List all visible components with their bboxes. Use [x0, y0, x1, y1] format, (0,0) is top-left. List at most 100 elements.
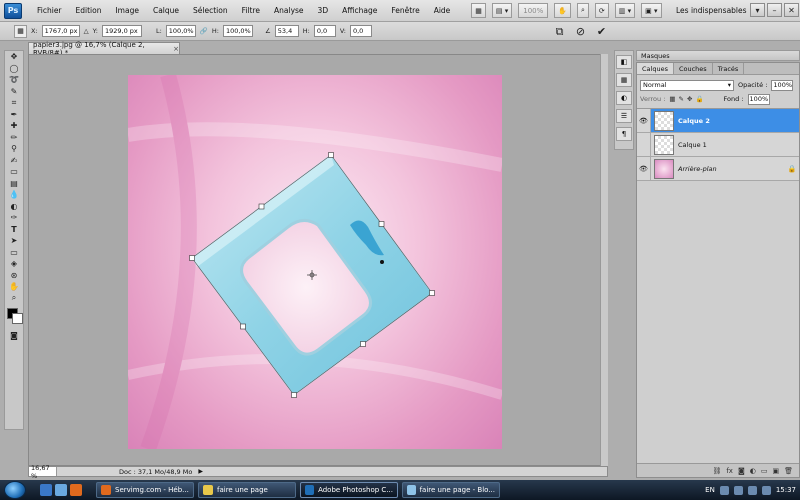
path-selection-tool-icon[interactable]: ➤ [5, 235, 23, 247]
menu-affichage[interactable]: Affichage [335, 6, 384, 15]
arrange-documents-button[interactable]: ▥ ▾ [614, 3, 636, 18]
minimize-button[interactable]: – [767, 3, 782, 17]
width-input[interactable]: 100,0% [165, 25, 196, 37]
status-menu-arrow-icon[interactable]: ▶ [198, 468, 203, 475]
3d-orbit-tool-icon[interactable]: ⊛ [5, 270, 23, 282]
eyedropper-tool-icon[interactable]: ✒ [5, 109, 23, 121]
type-tool-icon[interactable]: T [5, 224, 23, 236]
swatches-panel-icon[interactable]: ▦ [616, 73, 632, 87]
delete-layer-icon[interactable]: 🗑 [784, 467, 793, 475]
angle-input[interactable]: 53,4 [274, 25, 299, 37]
vertical-scrollbar[interactable] [600, 54, 608, 466]
menu-fenetre[interactable]: Fenêtre [384, 6, 426, 15]
transform-handle[interactable] [378, 221, 385, 227]
transform-handle[interactable] [258, 203, 265, 210]
tray-expand-icon[interactable] [719, 485, 729, 495]
menu-calque[interactable]: Calque [146, 6, 186, 15]
menu-edition[interactable]: Edition [69, 6, 109, 15]
shape-tool-icon[interactable]: ▭ [5, 247, 23, 259]
add-mask-icon[interactable]: ◙ [738, 467, 745, 475]
hand-tool-icon[interactable]: ✋ [554, 3, 571, 18]
tab-traces[interactable]: Tracés [713, 63, 745, 74]
switch-windows-icon[interactable] [55, 484, 67, 496]
menu-image[interactable]: Image [108, 6, 146, 15]
new-group-icon[interactable]: ▭ [761, 467, 768, 475]
taskbar-item-faire-une-page[interactable]: faire une page [198, 482, 296, 498]
crop-tool-icon[interactable]: ⌗ [5, 97, 23, 109]
masques-panel-header[interactable]: Masques [636, 50, 800, 61]
transform-handle[interactable] [328, 152, 334, 158]
language-indicator[interactable]: EN [705, 486, 715, 494]
gradient-tool-icon[interactable]: ▤ [5, 178, 23, 190]
height-input[interactable]: 100,0% [222, 25, 253, 37]
layer-style-icon[interactable]: fx [726, 467, 733, 475]
workspace-dropdown-icon[interactable]: ▾ [750, 3, 765, 17]
commit-transform-icon[interactable]: ✔ [594, 24, 609, 39]
firefox-icon[interactable] [70, 484, 82, 496]
zoom-tool-icon[interactable]: ⌕ [5, 293, 23, 305]
tray-app-icon[interactable] [761, 485, 771, 495]
visibility-eye-icon[interactable]: 👁 [637, 109, 651, 132]
color-panel-icon[interactable]: ◧ [616, 55, 632, 69]
quick-mask-icon[interactable]: ◙ [5, 330, 23, 342]
quick-selection-tool-icon[interactable]: ✎ [5, 86, 23, 98]
workspace-switcher[interactable]: Les indispensables [676, 6, 747, 15]
dodge-tool-icon[interactable]: ◐ [5, 201, 23, 213]
layer-row-calque-2[interactable]: 👁 Calque 2 [637, 109, 799, 133]
hskew-input[interactable]: 0,0 [313, 25, 336, 37]
layer-row-arriere-plan[interactable]: 👁 Arrière-plan 🔒 [637, 157, 799, 181]
fill-input[interactable]: 100% [747, 93, 770, 105]
menu-aide[interactable]: Aide [427, 6, 458, 15]
adjustments-panel-icon[interactable]: ◐ [616, 91, 632, 105]
x-position-input[interactable]: 1767,0 px [41, 25, 80, 37]
background-color-swatch[interactable] [12, 313, 23, 324]
volume-icon[interactable] [747, 485, 757, 495]
transform-handle[interactable] [189, 255, 195, 261]
y-position-input[interactable]: 1929,0 px [101, 25, 142, 37]
view-extras-button[interactable]: ▤ ▾ [491, 3, 513, 18]
hand-tool-icon[interactable]: ✋ [5, 281, 23, 293]
visibility-eye-icon[interactable]: 👁 [637, 157, 651, 180]
start-button[interactable] [4, 481, 26, 499]
taskbar-item-faire-une-page-blog[interactable]: faire une page - Blo... [402, 482, 500, 498]
layer-row-calque-1[interactable]: Calque 1 [637, 133, 799, 157]
rotate-view-icon[interactable]: ⟳ [594, 3, 609, 18]
screen-mode-button[interactable]: ▣ ▾ [641, 3, 662, 18]
pen-tool-icon[interactable]: ✑ [5, 212, 23, 224]
blur-tool-icon[interactable]: 💧 [5, 189, 23, 201]
clone-stamp-tool-icon[interactable]: ⚲ [5, 143, 23, 155]
lasso-tool-icon[interactable]: ➰ [5, 74, 23, 86]
menu-filtre[interactable]: Filtre [235, 6, 267, 15]
close-document-icon[interactable]: × [173, 45, 179, 53]
menu-analyse[interactable]: Analyse [267, 6, 311, 15]
vskew-input[interactable]: 0,0 [349, 25, 372, 37]
lock-pixels-icon[interactable]: ✎ [679, 95, 684, 103]
close-window-button[interactable]: ✕ [784, 3, 799, 17]
lock-transparency-icon[interactable]: ▦ [669, 95, 675, 103]
visibility-eye-icon[interactable] [637, 133, 651, 156]
new-layer-icon[interactable]: ▣ [772, 467, 779, 475]
lock-position-icon[interactable]: ✥ [687, 95, 692, 103]
warp-mode-icon[interactable]: ⧉ [552, 24, 567, 39]
clock[interactable]: 15:37 [776, 486, 796, 494]
link-icon[interactable]: 🔗 [200, 27, 208, 35]
history-panel-icon[interactable]: ☰ [616, 109, 632, 123]
menu-fichier[interactable]: Fichier [30, 6, 69, 15]
menu-3d[interactable]: 3D [311, 6, 336, 15]
marquee-tool-icon[interactable]: ◯ [5, 63, 23, 75]
delta-icon[interactable]: △ [84, 27, 89, 35]
menu-selection[interactable]: Sélection [186, 6, 235, 15]
status-zoom-field[interactable]: 16,67 % [29, 464, 57, 480]
adjustment-layer-icon[interactable]: ◐ [750, 467, 756, 475]
tab-couches[interactable]: Couches [674, 63, 713, 74]
show-desktop-icon[interactable] [40, 484, 52, 496]
healing-tool-icon[interactable]: ✚ [5, 120, 23, 132]
brush-tool-icon[interactable]: ✏ [5, 132, 23, 144]
link-layers-icon[interactable]: ⛓ [712, 467, 721, 475]
cancel-transform-icon[interactable]: ⊘ [573, 24, 588, 39]
eraser-tool-icon[interactable]: ▭ [5, 166, 23, 178]
bridge-button[interactable]: ▦ [471, 3, 486, 18]
reference-point-icon[interactable]: ▦ [14, 24, 27, 38]
taskbar-item-photoshop[interactable]: Adobe Photoshop C... [300, 482, 398, 498]
color-swatches[interactable] [5, 304, 23, 330]
